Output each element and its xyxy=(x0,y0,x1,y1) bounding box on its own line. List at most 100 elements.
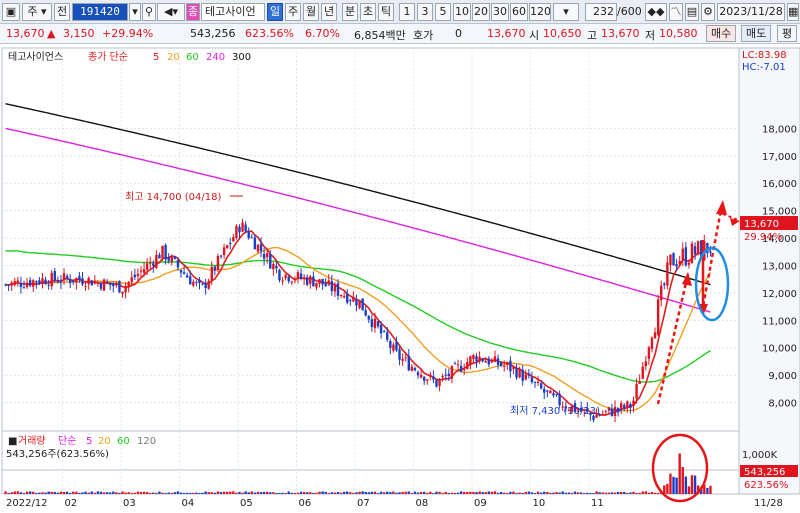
volume-bar xyxy=(118,492,121,494)
chart-type-icon[interactable]: 〽 xyxy=(669,3,683,21)
interval-3[interactable]: 3 xyxy=(417,3,433,21)
volume-bar xyxy=(4,491,7,494)
dropdown-icon[interactable]: ▾ xyxy=(129,3,141,21)
candle-body xyxy=(75,278,78,283)
calendar-icon[interactable]: ▦ xyxy=(787,3,799,21)
volume-bar xyxy=(38,492,41,494)
count-input[interactable]: 232 xyxy=(585,3,617,21)
market-toggle[interactable]: 전 xyxy=(54,3,70,21)
period-week[interactable]: 주 xyxy=(285,3,301,21)
volume-bar xyxy=(19,492,23,494)
interval-10[interactable]: 10 xyxy=(453,3,471,21)
period-second[interactable]: 초 xyxy=(360,3,376,21)
search-icon[interactable]: ⚲ xyxy=(142,3,156,21)
interval-1[interactable]: 1 xyxy=(399,3,415,21)
gear-icon[interactable]: ⚙ xyxy=(701,3,715,21)
market-select[interactable]: 주 ▾ xyxy=(22,3,52,21)
interval-20[interactable]: 20 xyxy=(472,3,490,21)
volume-bar xyxy=(601,492,604,494)
interval-dropdown[interactable]: ▾ xyxy=(553,3,579,21)
sell-button[interactable]: 매도 xyxy=(741,25,772,42)
candle-body xyxy=(509,360,512,372)
candle-body xyxy=(515,367,518,378)
volume-bar xyxy=(99,491,103,494)
volume-y-tick: 1,000K xyxy=(742,450,778,461)
volume-bar xyxy=(709,485,712,494)
volume-bar xyxy=(690,475,694,494)
volume-bar xyxy=(59,491,63,494)
volume-bar xyxy=(552,492,555,494)
interval-5[interactable]: 5 xyxy=(435,3,451,21)
candle-body xyxy=(469,356,472,364)
volume-bar xyxy=(78,492,81,494)
candle-body xyxy=(241,222,244,232)
candle-body xyxy=(555,394,558,396)
eval-button[interactable]: 평 xyxy=(777,25,798,42)
buy-button[interactable]: 매수 xyxy=(706,25,737,42)
volume-bar xyxy=(518,492,521,494)
volume-bar xyxy=(447,492,451,494)
candle-body xyxy=(410,366,414,371)
candle-body xyxy=(19,283,23,287)
candle-body xyxy=(447,373,451,377)
volume-bar xyxy=(530,492,534,494)
interval-120[interactable]: 120 xyxy=(529,3,551,21)
candle-body xyxy=(102,279,106,291)
volume-bar xyxy=(506,492,509,494)
candle-body xyxy=(195,281,198,283)
candle-body xyxy=(219,255,223,257)
candle-body xyxy=(512,366,515,369)
volume-bar xyxy=(124,492,127,494)
volume-bar xyxy=(524,492,527,494)
stock-name: 테고사이언 xyxy=(201,3,265,21)
candle-body xyxy=(4,284,7,286)
period-minute[interactable]: 분 xyxy=(342,3,358,21)
volume-bar xyxy=(404,491,407,494)
volume-bar xyxy=(527,491,531,494)
volume-bar xyxy=(466,491,469,494)
interval-30[interactable]: 30 xyxy=(491,3,509,21)
volume-bar xyxy=(607,492,611,494)
period-year[interactable]: 년 xyxy=(321,3,337,21)
period-month[interactable]: 월 xyxy=(303,3,319,21)
candle-body xyxy=(650,337,654,349)
interval-60[interactable]: 60 xyxy=(510,3,528,21)
volume-bar xyxy=(623,491,626,494)
volume-bar xyxy=(666,483,669,494)
candle-body xyxy=(653,332,657,339)
volume-bar xyxy=(407,491,410,494)
volume-pct-tag-text: 623.56% xyxy=(744,480,789,491)
volume-bar xyxy=(219,492,223,494)
candle-body xyxy=(269,254,272,269)
period-tick[interactable]: 틱 xyxy=(378,3,394,21)
candle-body xyxy=(389,341,392,348)
candle-body xyxy=(450,365,454,379)
candle-body xyxy=(53,271,56,281)
stock-chart[interactable]: 8,0009,00010,00011,00012,00013,00014,000… xyxy=(0,44,800,513)
candle-body xyxy=(669,254,672,266)
candle-body xyxy=(232,237,235,242)
candle-body xyxy=(663,283,666,286)
volume-legend-ma-5: 5 xyxy=(86,436,92,447)
candle-body xyxy=(78,275,81,280)
candle-body xyxy=(112,283,115,287)
save-icon[interactable]: ▤ xyxy=(685,3,699,21)
volume-bar xyxy=(102,492,106,494)
volume-bar xyxy=(306,492,309,494)
candle-body xyxy=(164,244,167,260)
time-x-tick: 06 xyxy=(299,498,312,509)
volume-bar xyxy=(499,491,503,494)
period-day[interactable]: 일 xyxy=(267,3,283,21)
volume-bar xyxy=(647,492,651,494)
candle-body xyxy=(225,245,229,249)
candle-body xyxy=(656,299,660,335)
settings-toggle-icon[interactable]: ◆◆ xyxy=(645,3,667,21)
stock-code-input[interactable]: 191420 xyxy=(72,3,128,21)
time-x-tick: 2022/12 xyxy=(6,498,48,509)
volume-bar xyxy=(336,492,340,494)
candle-body xyxy=(22,287,26,289)
volume-bar xyxy=(509,491,512,494)
speaker-icon[interactable]: ◀▾ xyxy=(157,3,185,21)
date-input[interactable]: 2023/11/28 xyxy=(717,3,785,21)
window-menu-icon[interactable]: ▣ xyxy=(2,3,20,21)
